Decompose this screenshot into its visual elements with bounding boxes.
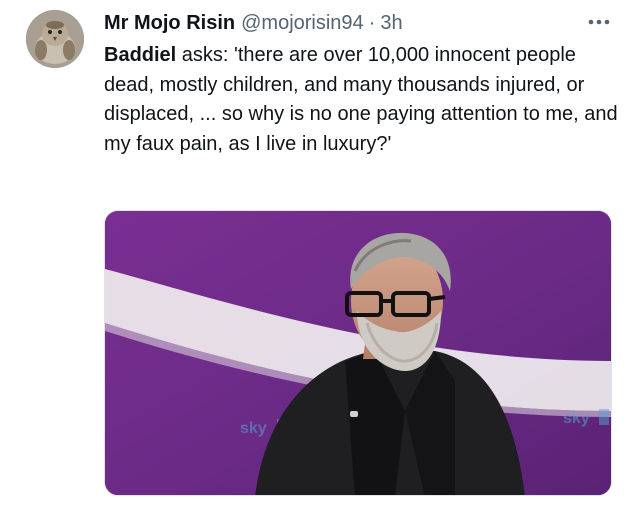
tv-interview-photo: sky sky [105,211,611,495]
timestamp[interactable]: 3h [380,12,402,35]
watermark-left: sky [240,420,267,437]
watermark-right: sky [563,410,590,427]
more-horizontal-icon [588,19,610,25]
tweet-text-bold: Baddiel [104,44,177,66]
display-name[interactable]: Mr Mojo Risin [104,12,235,35]
avatar[interactable] [26,10,84,68]
tweet-header: Mr Mojo Risin @mojorisin94 · 3h [104,10,403,36]
more-button[interactable] [584,10,614,34]
separator-dot: · [368,11,376,34]
tweet-text: Baddiel asks: 'there are over 10,000 inn… [104,41,619,159]
user-handle[interactable]: @mojorisin94 [241,12,364,35]
tweet-media[interactable]: sky sky [104,210,612,496]
tweet-text-rest: asks: 'there are over 10,000 innocent pe… [104,44,618,155]
sparrow-avatar-icon [26,10,84,68]
tweet[interactable]: Mr Mojo Risin @mojorisin94 · 3h Baddiel … [0,0,639,508]
